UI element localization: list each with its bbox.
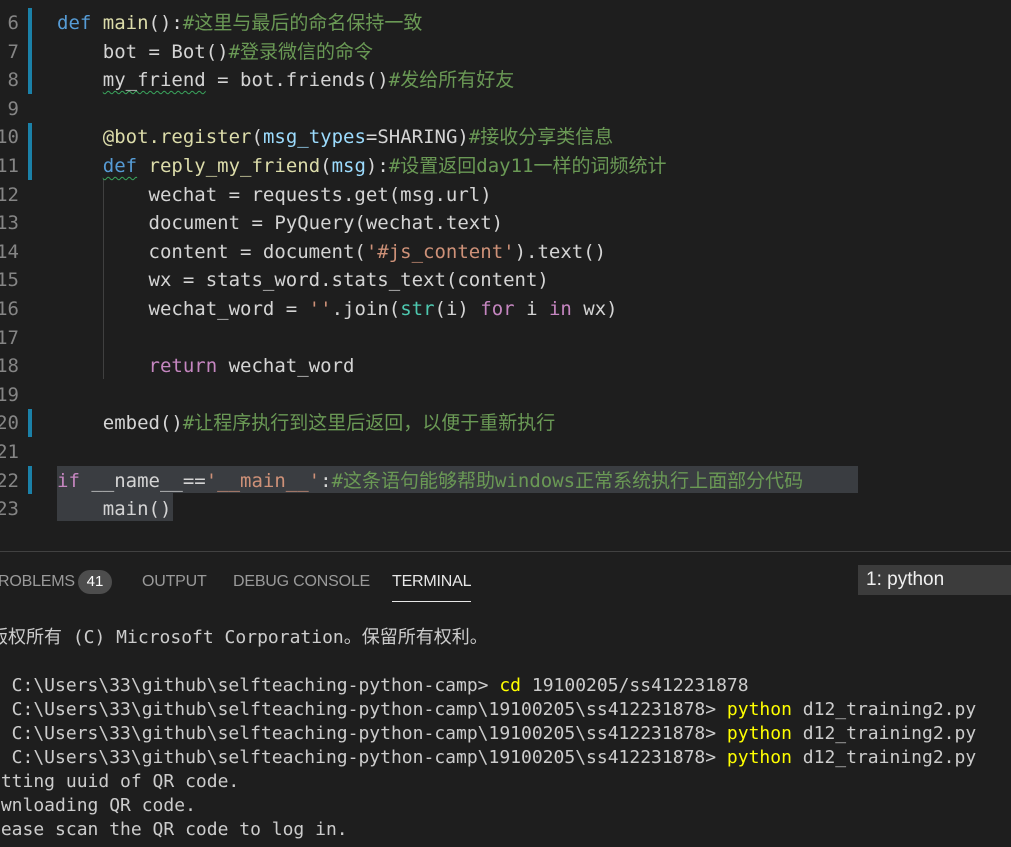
code-text: def reply_my_friend(msg):#设置返回day11一样的词频… [102,155,667,177]
code-line[interactable]: 8 my_friend = bot.friends()#发给所有好友 [0,66,1011,95]
line-number: 13 [0,212,19,235]
terminal-line: S C:\Users\33\github\selfteaching-python… [0,747,977,768]
code-text: wechat_word = ''.join(str(i) for i in wx… [57,298,618,320]
tab-output[interactable]: OUTPUT [142,570,207,594]
code-text: embed()#让程序执行到这里后返回，以便于重新执行 [57,412,556,435]
line-number: 23 [0,498,19,521]
code-text: main() [57,498,172,521]
terminal-line: S C:\Users\33\github\selfteaching-python… [0,723,977,744]
panel-tabs: ROBLEMS 41 OUTPUT DEBUG CONSOLE TERMINAL… [0,552,1011,610]
code-text: if __name__=='__main__':#这条语句能够帮助windows… [57,469,804,492]
code-editor[interactable]: 6 def main():#这里与最后的命名保持一致 7 bot = Bot()#登… [0,0,1011,551]
terminal-line: etting uuid of QR code. [0,771,240,792]
code-line[interactable]: 12 wechat = requests.get(msg.url) [0,181,1011,210]
line-number: 11 [0,155,19,177]
problems-count-badge: 41 [78,570,112,594]
line-number: 12 [0,183,19,206]
line-number: 15 [0,269,19,292]
terminal-line: 版权所有 (C) Microsoft Corporation。保留所有权利。 [0,627,488,648]
code-text: my_friend = bot.friends()#发给所有好友 [102,69,515,92]
terminal-line: ownloading QR code. [0,795,196,816]
line-number: 19 [0,383,19,406]
line-number: 17 [0,326,19,349]
bottom-panel: ROBLEMS 41 OUTPUT DEBUG CONSOLE TERMINAL… [0,551,1011,847]
line-number: 7 [7,40,19,63]
code-text: def main():#这里与最后的命名保持一致 [57,12,423,34]
tab-debug-console[interactable]: DEBUG CONSOLE [233,570,370,594]
line-number: 18 [0,355,19,378]
code-line[interactable]: 16 wechat_word = ''.join(str(i) for i in… [0,295,1011,324]
code-line[interactable]: 22 if __name__=='__main__':#这条语句能够帮助windo… [0,467,1011,496]
code-text: document = PyQuery(wechat.text) [57,212,504,235]
code-line[interactable]: 18 return wechat_word [0,352,1011,381]
line-number: 21 [0,441,19,463]
line-number: 16 [0,298,19,320]
code-text: @bot.register(msg_types=SHARING)#接收分享类信息 [102,126,614,149]
line-number: 8 [7,69,19,92]
code-line[interactable]: 10 @bot.register(msg_types=SHARING)#接收分享… [0,123,1011,152]
tab-terminal[interactable]: TERMINAL [392,570,472,602]
code-line[interactable]: 14 content = document('#js_content').tex… [0,238,1011,267]
line-number: 9 [7,97,19,120]
code-text: return wechat_word [148,355,355,378]
terminal-line: S C:\Users\33\github\selfteaching-python… [0,675,749,696]
tab-problems[interactable]: ROBLEMS [0,570,75,594]
line-number: 6 [7,12,19,34]
line-number: 14 [0,240,19,263]
code-text: bot = Bot()#登录微信的命令 [57,40,374,63]
code-line[interactable]: 20 embed()#让程序执行到这里后返回，以便于重新执行 [0,409,1011,438]
code-line[interactable]: 9 [0,95,1011,124]
code-text: content = document('#js_content').text() [57,240,607,263]
code-line[interactable]: 19 [0,381,1011,410]
code-line[interactable]: 11 def reply_my_friend(msg):#设置返回day11一样… [0,152,1011,181]
terminal-line: S C:\Users\33\github\selfteaching-python… [0,699,977,720]
terminal-select-dropdown[interactable]: 1: python [858,565,1011,595]
code-line[interactable]: 7 bot = Bot()#登录微信的命令 [0,38,1011,67]
line-number: 22 [0,469,19,492]
code-text: wechat = requests.get(msg.url) [57,183,492,206]
line-number: 10 [0,126,19,149]
code-line[interactable]: 23 main() [0,495,1011,524]
code-line[interactable]: 17 [0,324,1011,353]
code-line[interactable]: 13 document = PyQuery(wechat.text) [0,209,1011,238]
code-line[interactable]: 21 [0,438,1011,467]
terminal-output[interactable]: 版权所有 (C) Microsoft Corporation。保留所有权利。 S … [0,622,1011,847]
terminal-line: lease scan the QR code to log in. [0,819,348,840]
line-number: 20 [0,412,19,435]
code-line[interactable]: 15 wx = stats_word.stats_text(content) [0,266,1011,295]
code-line[interactable]: 6 def main():#这里与最后的命名保持一致 [0,9,1011,38]
vscode-window: 6 def main():#这里与最后的命名保持一致 7 bot = Bot()#登… [0,0,1011,847]
code-text: wx = stats_word.stats_text(content) [57,269,549,292]
